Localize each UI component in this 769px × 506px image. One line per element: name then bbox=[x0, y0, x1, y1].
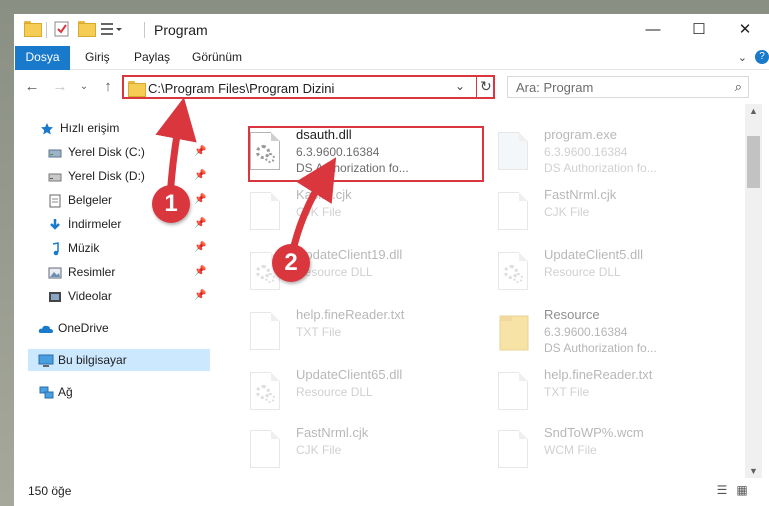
annotation-arrows bbox=[155, 97, 337, 259]
step-badge-1: 1 bbox=[152, 185, 190, 223]
step-badge-2: 2 bbox=[272, 244, 310, 282]
